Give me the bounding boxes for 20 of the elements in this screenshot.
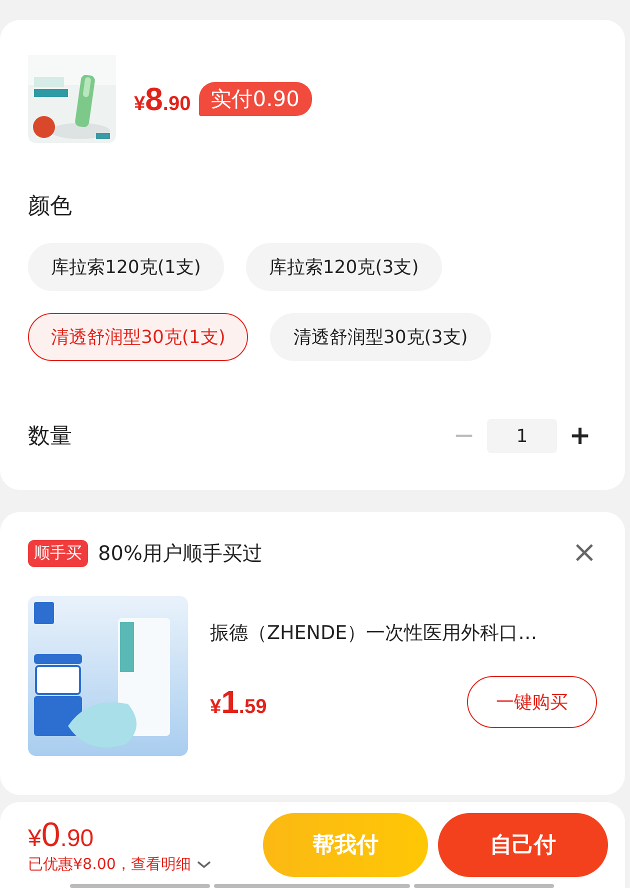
total-price: ¥0.90 bbox=[28, 816, 95, 855]
plus-button[interactable]: + bbox=[565, 421, 595, 451]
option-chip[interactable]: 库拉索120克(3支) bbox=[246, 243, 442, 291]
option-chip[interactable]: 清透舒润型30克(1支) bbox=[28, 313, 248, 361]
add-on-tag: 顺手买 bbox=[28, 540, 88, 566]
product-title: 振德（ZHENDE）一次性医用外科口… bbox=[210, 621, 538, 646]
chevron-down-icon[interactable] bbox=[196, 860, 211, 868]
quantity-field[interactable]: 1 bbox=[487, 419, 557, 453]
close-button[interactable]: × bbox=[572, 538, 597, 568]
price: ¥8.90 bbox=[134, 80, 191, 118]
section-title: 颜色 bbox=[28, 193, 73, 221]
add-on-title: 80%用户顺手买过 bbox=[98, 540, 264, 566]
option-chip[interactable]: 清透舒润型30克(3支) bbox=[270, 313, 491, 361]
pay-button[interactable]: 自己付 bbox=[438, 813, 608, 877]
option-chip[interactable]: 库拉索120克(1支) bbox=[28, 243, 224, 291]
pay-tag: 实付0.90 bbox=[198, 82, 312, 116]
discount-detail-link[interactable]: 已优惠¥8.00，查看明细 bbox=[28, 855, 191, 874]
buy-now-button[interactable]: 一键购买 bbox=[467, 676, 597, 728]
price: ¥1.59 bbox=[210, 684, 267, 720]
quantity-label: 数量 bbox=[28, 423, 72, 451]
